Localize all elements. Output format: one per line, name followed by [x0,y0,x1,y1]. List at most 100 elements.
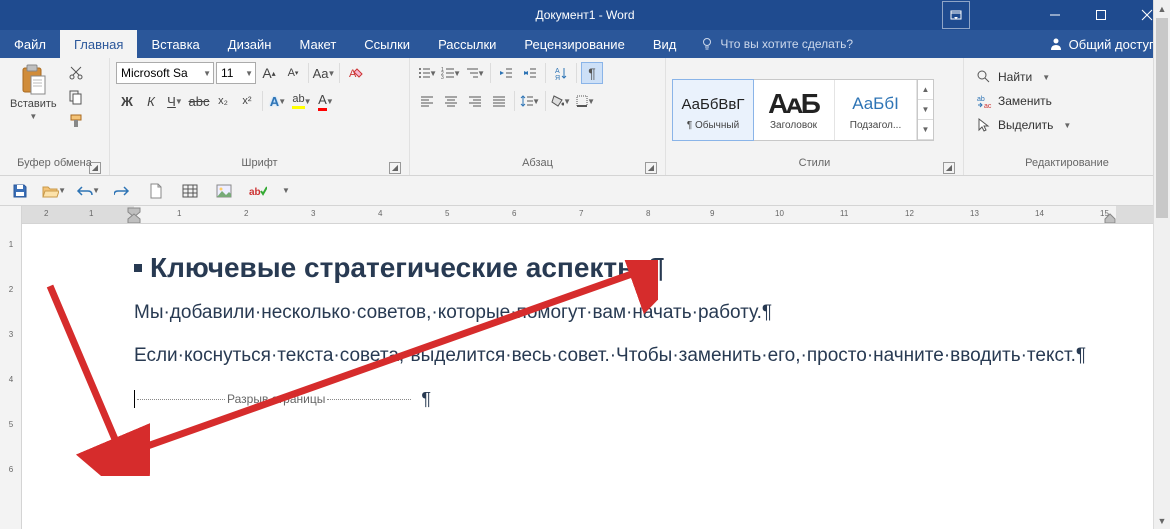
italic-button[interactable]: К [140,90,162,112]
vertical-scrollbar[interactable]: ▲ ▼ [1153,0,1170,529]
clear-formatting-button[interactable]: A [344,62,366,84]
sort-icon: AЯ [554,66,568,80]
collapse-heading-marker[interactable] [134,264,142,272]
document-page[interactable]: Ключевые стратегические аспекты¶ Мы·доба… [22,224,1170,529]
superscript-button[interactable]: x² [236,90,258,112]
sort-button[interactable]: AЯ [550,62,572,84]
redo-button[interactable] [110,179,134,203]
subscript-button[interactable]: x₂ [212,90,234,112]
styles-down[interactable]: ▼ [918,100,933,120]
font-size-combo[interactable]: 11▼ [216,62,256,84]
maximize-button[interactable] [1078,0,1124,30]
title-bar: Документ1 - Word [0,0,1170,30]
select-button[interactable]: Выделить▼ [970,114,1077,136]
picture-button[interactable] [212,179,236,203]
share-button[interactable]: Общий доступ [1035,30,1170,58]
new-document-button[interactable] [144,179,168,203]
style-normal[interactable]: АаБбВвГ¶ Обычный [672,79,754,141]
style-subheading[interactable]: АаБбІПодзагол... [835,80,917,140]
indent-marker-right[interactable] [1104,207,1116,223]
paragraph-launcher[interactable]: ◢ [645,162,657,174]
paragraph[interactable]: Если·коснуться·текста·совета,·выделится·… [134,341,1114,370]
group-label-font: Шрифт◢ [116,157,403,175]
svg-text:ab: ab [249,187,261,198]
chevron-down-icon[interactable]: ▼ [245,69,253,78]
qat-customize[interactable]: ▼ [280,179,292,203]
clipboard-launcher[interactable]: ◢ [89,162,101,174]
minimize-button[interactable] [1032,0,1078,30]
text-effects-button[interactable]: A▼ [267,90,289,112]
format-painter-button[interactable] [65,110,87,132]
quick-access-toolbar: ▼ ▼ ab ▼ [0,176,1170,206]
spellcheck-button[interactable]: ab [246,179,270,203]
styles-up[interactable]: ▲ [918,80,933,100]
open-button[interactable]: ▼ [42,179,66,203]
style-heading[interactable]: АᴀБЗаголовок [753,80,835,140]
tab-layout[interactable]: Макет [285,30,350,58]
styles-launcher[interactable]: ◢ [943,162,955,174]
chevron-down-icon[interactable]: ▼ [203,69,211,78]
heading-1[interactable]: Ключевые стратегические аспекты¶ [134,252,1170,284]
ribbon-display-options[interactable] [942,1,970,29]
brush-icon [68,113,84,129]
bold-button[interactable]: Ж [116,90,138,112]
tell-me[interactable]: Что вы хотите сделать? [690,30,863,58]
paragraph[interactable]: Мы·добавили·несколько·советов,·которые·п… [134,298,1114,327]
window-buttons [1032,0,1170,30]
shrink-font-button[interactable]: A▾ [282,62,304,84]
page-break[interactable]: Разрыв страницы ¶ [134,389,554,410]
font-launcher[interactable]: ◢ [389,162,401,174]
styles-more[interactable]: ▲▼▼ [917,80,933,140]
copy-button[interactable] [65,86,87,108]
page-break-label: Разрыв страницы [225,392,327,406]
save-button[interactable] [8,179,32,203]
numbering-button[interactable]: 123▼ [440,62,462,84]
strikethrough-button[interactable]: abc [188,90,210,112]
change-case-button[interactable]: Aa▼ [313,62,335,84]
scroll-thumb[interactable] [1156,18,1168,218]
tab-home[interactable]: Главная [60,30,137,58]
highlight-button[interactable]: ab▼ [291,90,313,112]
tab-view[interactable]: Вид [639,30,691,58]
justify-button[interactable] [488,90,510,112]
scissors-icon [68,65,84,81]
find-button[interactable]: Найти▼ [970,66,1077,88]
horizontal-ruler[interactable]: 2 1 1 2 3 4 5 6 7 8 9 10 11 12 13 14 15 [22,206,1170,224]
tab-design[interactable]: Дизайн [214,30,286,58]
align-center-button[interactable] [440,90,462,112]
grow-font-button[interactable]: A▴ [258,62,280,84]
vertical-ruler[interactable]: 1 2 3 4 5 6 [0,206,22,529]
multilevel-list-button[interactable]: ▼ [464,62,486,84]
replace-button[interactable]: abacЗаменить [970,90,1077,112]
increase-indent-button[interactable] [519,62,541,84]
indent-marker-left[interactable] [126,207,142,223]
borders-button[interactable]: ▼ [574,90,596,112]
styles-expand[interactable]: ▼ [918,120,933,140]
table-icon [182,184,198,198]
tab-file[interactable]: Файл [0,30,60,58]
tab-references[interactable]: Ссылки [350,30,424,58]
font-name-combo[interactable]: Microsoft Sa▼ [116,62,214,84]
scroll-down-button[interactable]: ▼ [1154,512,1170,529]
tab-mailings[interactable]: Рассылки [424,30,510,58]
underline-button[interactable]: Ч▼ [164,90,186,112]
svg-text:A: A [555,68,560,75]
align-right-button[interactable] [464,90,486,112]
styles-gallery[interactable]: АаБбВвГ¶ Обычный АᴀБЗаголовок АаБбІПодза… [672,79,934,141]
shading-button[interactable]: ▼ [550,90,572,112]
tab-review[interactable]: Рецензирование [510,30,638,58]
align-left-button[interactable] [416,90,438,112]
table-button[interactable] [178,179,202,203]
font-color-button[interactable]: A▼ [315,90,337,112]
paste-button[interactable]: Вставить ▼ [6,62,61,157]
window-title: Документ1 - Word [535,8,634,22]
scroll-up-button[interactable]: ▲ [1154,0,1170,17]
cut-button[interactable] [65,62,87,84]
bullets-button[interactable]: ▼ [416,62,438,84]
decrease-indent-button[interactable] [495,62,517,84]
line-spacing-button[interactable]: ▼ [519,90,541,112]
tab-insert[interactable]: Вставка [137,30,213,58]
undo-button[interactable]: ▼ [76,179,100,203]
group-clipboard: Вставить ▼ Буфер обмена◢ [0,58,110,175]
show-pilcrow-button[interactable]: ¶ [581,62,603,84]
